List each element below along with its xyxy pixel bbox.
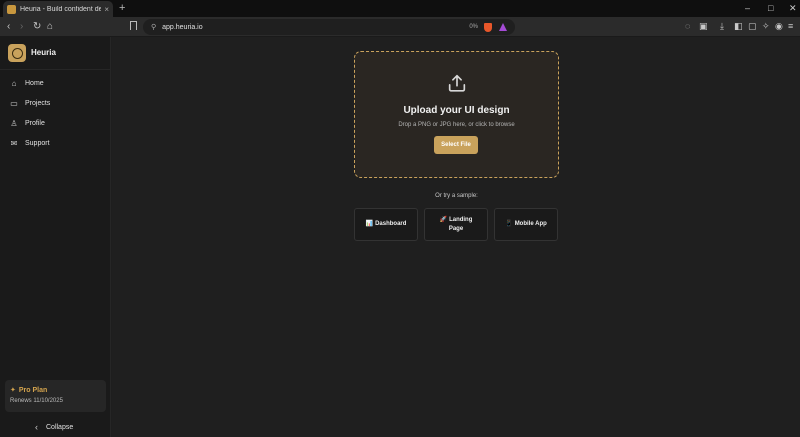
sparkle-icon: ✦ [10,387,16,394]
menu-icon[interactable]: ≡ [788,21,793,32]
plan-renewal-date: Renews 11/10/2025 [10,398,63,404]
collapse-button[interactable]: ‹ Collapse [35,422,73,432]
chevron-left-icon: ‹ [35,422,38,432]
sidebar-item-label: Projects [25,99,51,107]
vpn-icon[interactable]: ◉ [775,21,783,32]
sample-label: Landing Page [448,216,473,232]
sidebar-item-profile[interactable]: ♙ Profile [6,115,104,131]
browser-tab[interactable]: Heuria - Build confident design × [3,1,113,17]
reload-button[interactable]: ↻ [33,20,41,33]
home-button[interactable]: ⌂ [47,20,53,33]
forward-button[interactable]: › [20,20,23,33]
tab-close-icon[interactable]: × [104,5,109,14]
sample-landing-page-button[interactable]: 🚀 Landing Page [424,208,488,241]
collapse-label: Collapse [46,423,74,431]
tab-favicon-icon [7,4,16,14]
mail-icon: ✉ [10,138,18,148]
address-url[interactable]: app.heuria.io [162,24,469,31]
upload-icon [448,74,466,92]
sample-dashboard-button[interactable]: 📊 Dashboard [354,208,418,241]
browser-titlebar: Heuria - Build confident design × + – □ … [0,0,800,17]
reader-icon[interactable]: ▣ [699,21,708,32]
brand-name: Heuria [31,48,56,57]
phone-icon: 📱 [505,221,513,227]
sidebar-item-label: Support [25,139,50,147]
folder-icon: ▭ [10,98,18,108]
close-window-button[interactable]: ✕ [789,2,797,14]
extensions-icon[interactable]: ✧ [762,21,770,32]
sample-label: Dashboard [375,221,407,227]
address-bar[interactable]: ⚲ app.heuria.io 0% [143,19,515,35]
upload-title: Upload your UI design [403,105,510,116]
plan-title: ✦ Pro Plan [10,386,101,394]
home-icon: ⌂ [11,78,17,88]
back-button[interactable]: ‹ [7,20,10,33]
brave-shield-icon[interactable] [484,22,492,32]
new-tab-button[interactable]: + [119,2,125,14]
sidebar-item-home[interactable]: ⌂ Home [6,75,104,91]
bookmark-icon[interactable] [130,21,137,30]
sample-mobile-app-button[interactable]: 📱 Mobile App [494,208,558,241]
sidebar: Heuria ⌂ Home ▭ Projects ♙ Profile ✉ Sup… [0,37,111,437]
select-file-button[interactable]: Select File [434,136,478,154]
sample-label: Mobile App [514,221,547,227]
site-info-icon[interactable]: ⚲ [151,23,156,31]
brand[interactable]: Heuria [0,37,111,70]
tab-title: Heuria - Build confident design [20,5,102,13]
sidebar-item-label: Profile [25,119,45,127]
rocket-icon: 🚀 [439,216,448,223]
maximize-button[interactable]: □ [768,2,773,14]
upload-dropzone[interactable]: Upload your UI design Drop a PNG or JPG … [354,51,559,178]
plan-name: Pro Plan [18,387,48,394]
upload-subtitle: Drop a PNG or JPG here, or click to brow… [398,122,515,128]
sidebar-item-projects[interactable]: ▭ Projects [6,95,104,111]
sidebar-item-label: Home [25,79,44,87]
sidebar-item-support[interactable]: ✉ Support [6,135,104,151]
wallet-icon[interactable]: ▢ [748,21,757,32]
sidebar-icon[interactable]: ◧ [734,21,743,32]
brand-logo-icon [8,44,26,62]
sample-prompt: Or try a sample: [435,193,478,199]
zoom-indicator[interactable]: 0% [469,24,478,30]
user-icon: ♙ [10,118,18,128]
messages-icon[interactable]: ◌ [685,21,690,32]
plan-card[interactable]: ✦ Pro Plan Renews 11/10/2025 [5,380,106,412]
chart-icon: 📊 [365,221,374,227]
browser-toolbar: ‹ › ↻ ⌂ ⚲ app.heuria.io 0% ◌ ▣ ⤓ ◧ ▢ ✧ ◉… [0,17,800,37]
main-content: Upload your UI design Drop a PNG or JPG … [112,37,800,437]
download-icon[interactable]: ⤓ [720,21,724,32]
minimize-button[interactable]: – [745,2,750,14]
brave-rewards-icon[interactable] [499,23,507,31]
